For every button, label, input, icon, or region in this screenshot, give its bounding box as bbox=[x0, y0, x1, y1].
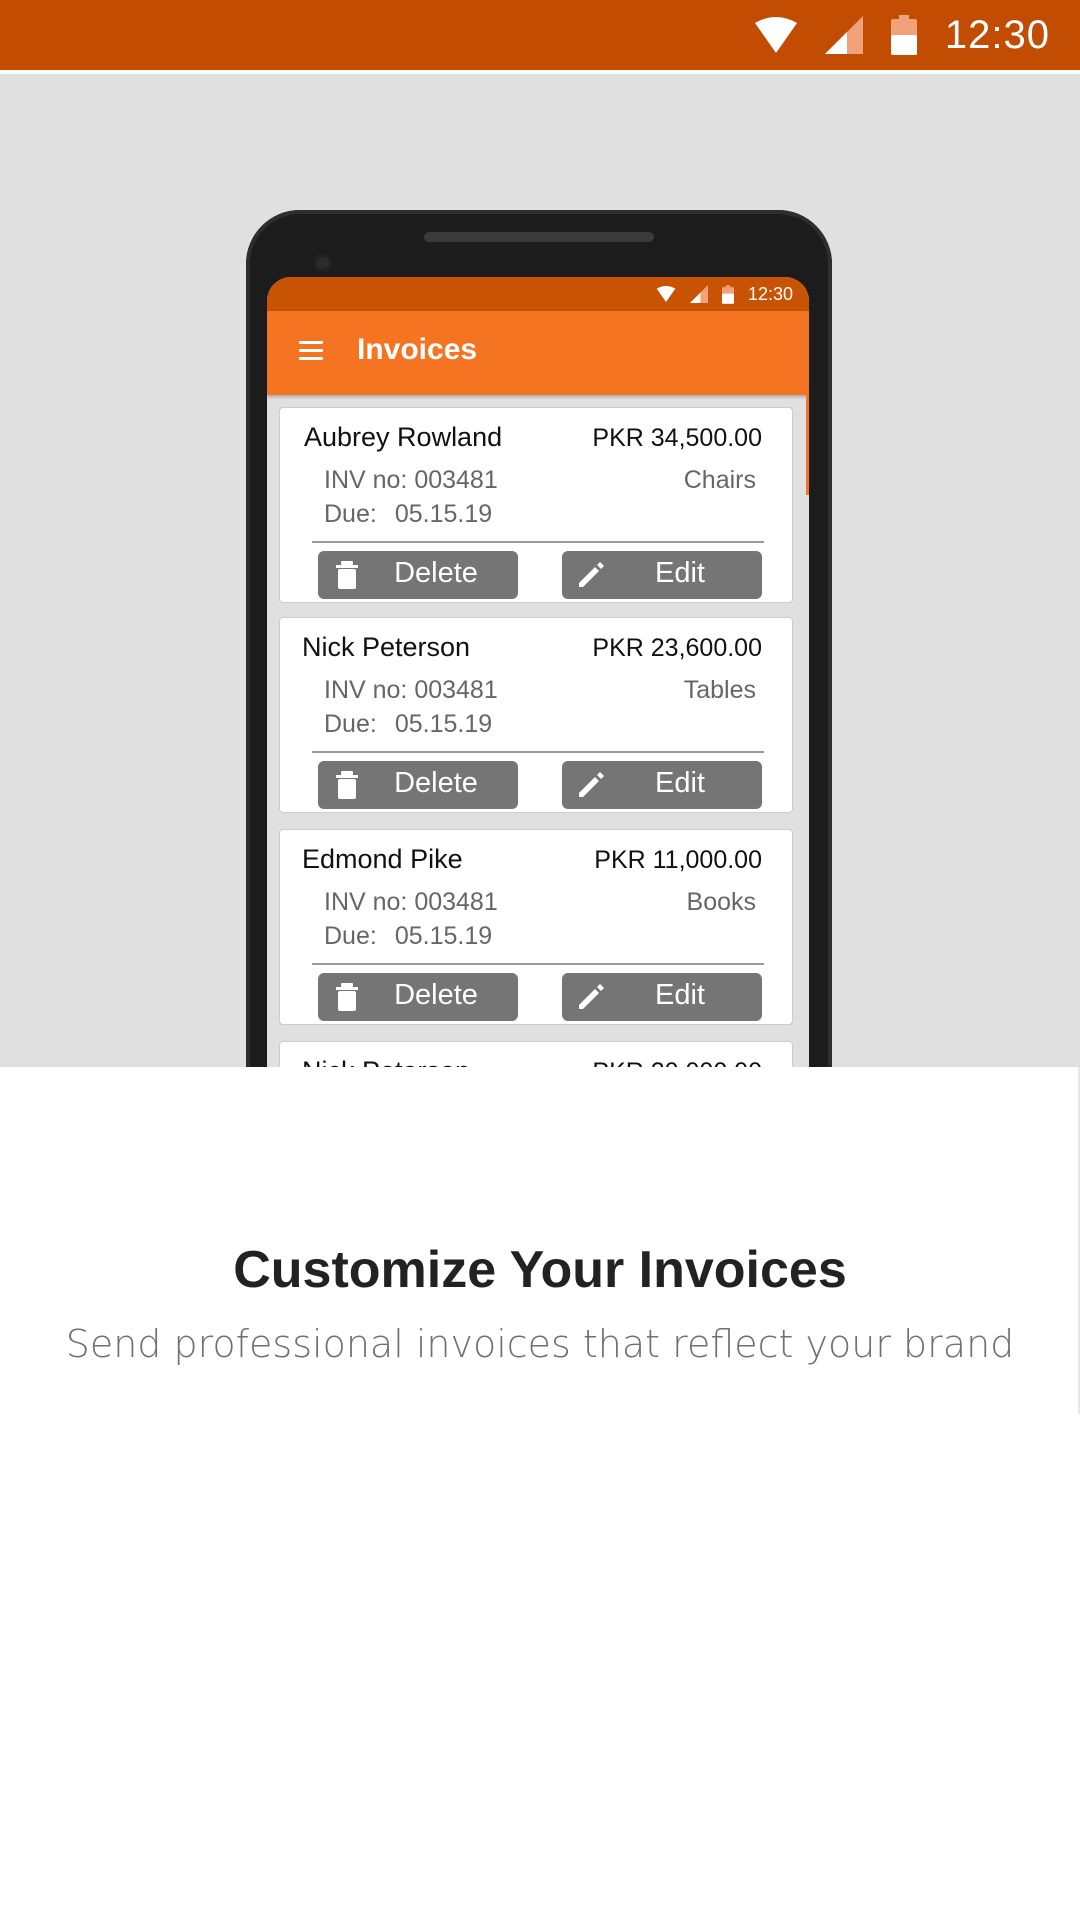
edit-label: Edit bbox=[655, 557, 705, 589]
cell-signal-icon bbox=[824, 16, 863, 54]
delete-label: Delete bbox=[394, 557, 478, 589]
invoice-amount: PKR 34,500.00 bbox=[592, 424, 762, 452]
hero-image: 12:30 Invoices Aubrey Rowland PKR 34,500… bbox=[0, 74, 1080, 1067]
delete-label: Delete bbox=[394, 767, 478, 799]
invoice-card[interactable]: Nick Peterson PKR 20,000.00 bbox=[279, 1041, 793, 1067]
invoice-card[interactable]: Nick Peterson PKR 23,600.00 INV no: 0034… bbox=[279, 617, 793, 813]
edit-button[interactable]: Edit bbox=[562, 551, 762, 599]
scrollbar bbox=[806, 395, 809, 495]
divider bbox=[312, 963, 764, 965]
invoice-number: INV no: 003481 bbox=[324, 888, 498, 916]
customer-name: Nick Peterson bbox=[302, 632, 471, 662]
invoice-item: Books bbox=[686, 888, 756, 916]
wifi-icon bbox=[656, 286, 676, 302]
due-date: Due: 05.15.19 bbox=[324, 710, 493, 738]
invoice-card[interactable]: Aubrey Rowland PKR 34,500.00 INV no: 003… bbox=[279, 407, 793, 603]
phone-mockup: 12:30 Invoices Aubrey Rowland PKR 34,500… bbox=[246, 210, 832, 1067]
invoice-number: INV no: 003481 bbox=[324, 466, 498, 494]
edit-button[interactable]: Edit bbox=[562, 761, 762, 809]
app-title: Invoices bbox=[357, 333, 478, 366]
delete-button[interactable]: Delete bbox=[318, 551, 518, 599]
invoice-amount: PKR 11,000.00 bbox=[594, 846, 762, 874]
cell-signal-icon bbox=[689, 285, 708, 303]
status-bar: 12:30 bbox=[0, 0, 1080, 74]
due-date: Due: 05.15.19 bbox=[324, 922, 493, 950]
menu-icon[interactable] bbox=[299, 341, 323, 363]
invoice-item: Chairs bbox=[683, 466, 756, 494]
app-bar: Invoices bbox=[267, 311, 809, 395]
wifi-icon bbox=[754, 17, 797, 53]
customer-name: Nick Peterson bbox=[302, 1056, 470, 1067]
customer-name: Edmond Pike bbox=[302, 844, 463, 874]
invoice-amount: PKR 23,600.00 bbox=[592, 634, 762, 662]
phone-status-bar: 12:30 bbox=[267, 277, 809, 311]
customer-name: Aubrey Rowland bbox=[304, 422, 503, 452]
invoice-card[interactable]: Edmond Pike PKR 11,000.00 INV no: 003481… bbox=[279, 829, 793, 1025]
phone-camera bbox=[314, 254, 332, 272]
battery-icon bbox=[721, 284, 734, 304]
phone-status-time: 12:30 bbox=[747, 283, 793, 304]
phone-screen: 12:30 Invoices Aubrey Rowland PKR 34,500… bbox=[267, 277, 809, 1067]
due-date: Due: 05.15.19 bbox=[324, 500, 493, 528]
divider bbox=[312, 541, 764, 543]
delete-button[interactable]: Delete bbox=[318, 761, 518, 809]
invoice-number: INV no: 003481 bbox=[324, 676, 498, 704]
invoice-amount: PKR 20,000.00 bbox=[592, 1058, 762, 1067]
phone-speaker bbox=[424, 232, 654, 242]
delete-label: Delete bbox=[394, 979, 478, 1011]
delete-button[interactable]: Delete bbox=[318, 973, 518, 1021]
edit-button[interactable]: Edit bbox=[562, 973, 762, 1021]
onboarding-title: Customize Your Invoices bbox=[233, 1241, 847, 1299]
edit-label: Edit bbox=[655, 767, 705, 799]
edit-label: Edit bbox=[655, 979, 705, 1011]
status-time: 12:30 bbox=[944, 12, 1050, 57]
invoice-item: Tables bbox=[683, 676, 756, 704]
divider bbox=[312, 751, 764, 753]
onboarding-subtitle: Send professional invoices that reflect … bbox=[65, 1322, 1015, 1366]
battery-icon bbox=[890, 15, 917, 55]
